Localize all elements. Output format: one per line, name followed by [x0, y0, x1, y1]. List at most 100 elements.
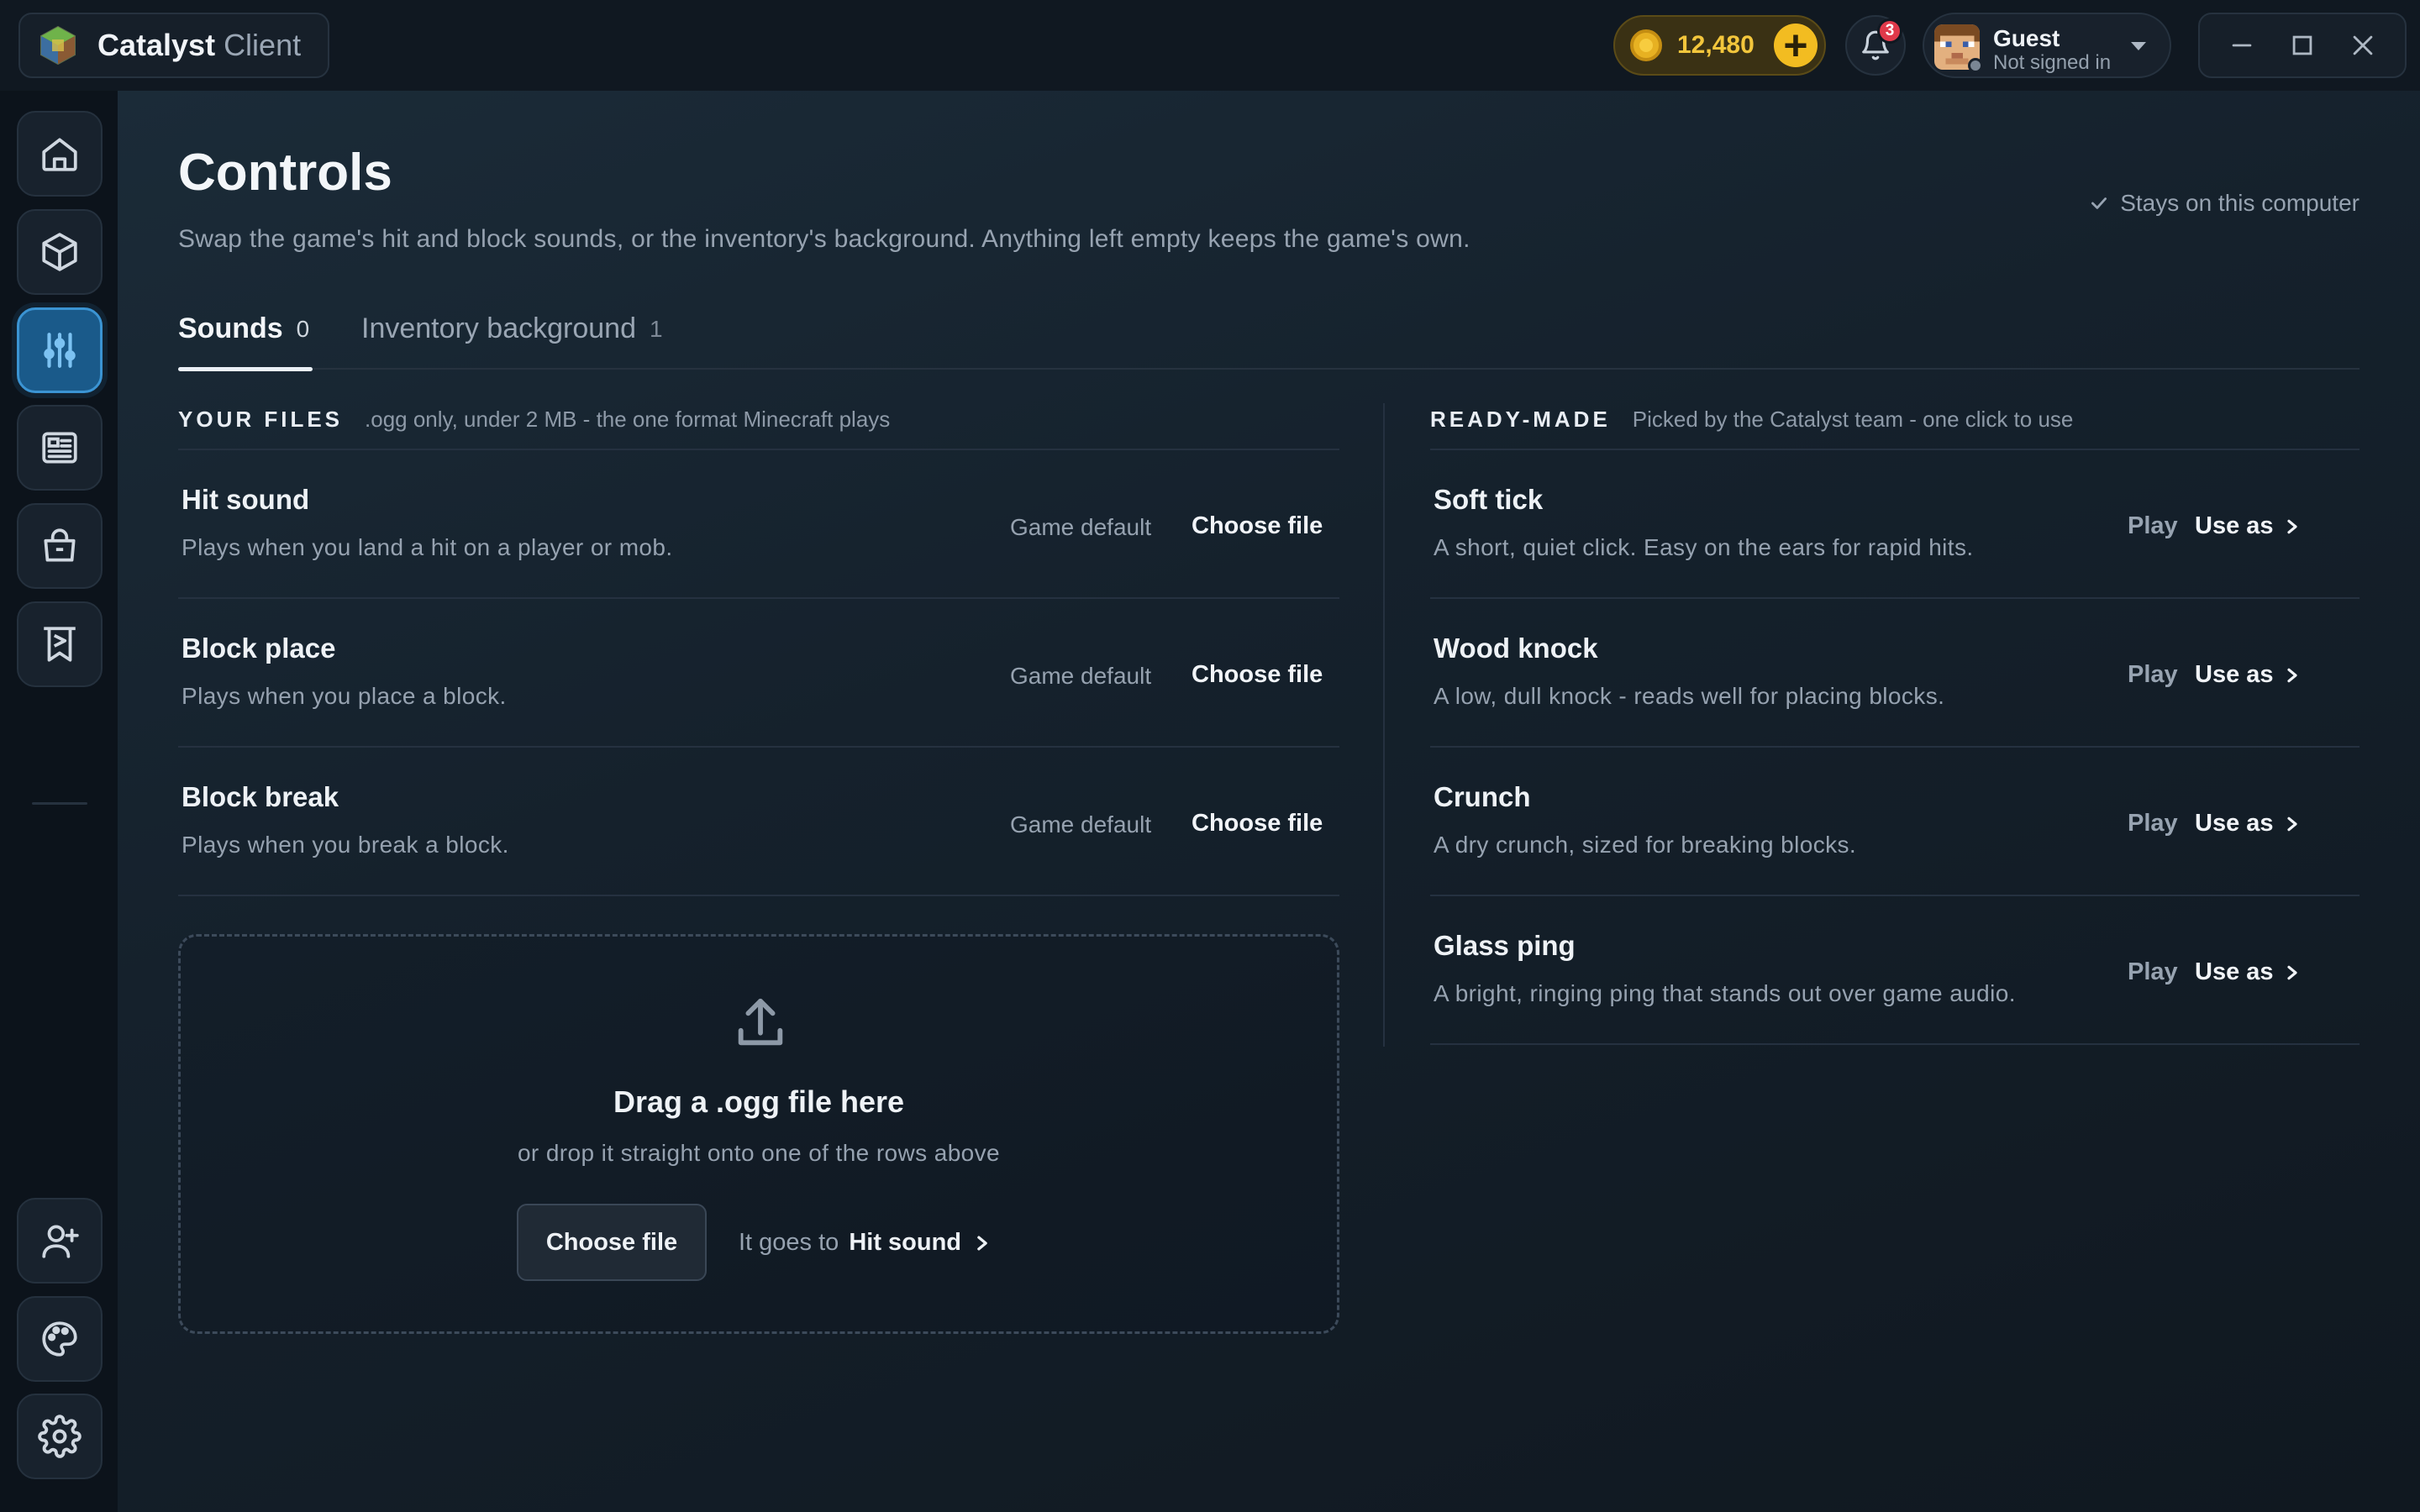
- dropzone-title: Drag a .ogg file here: [613, 1084, 905, 1119]
- window-controls: [2198, 13, 2407, 78]
- app-name-suffix: Client: [224, 28, 302, 62]
- coin-icon: [1630, 29, 1662, 61]
- page-title: Controls: [178, 144, 392, 202]
- add-friend-icon: [42, 1225, 79, 1258]
- row-description: A bright, ringing ping that stands out o…: [1434, 980, 2016, 1006]
- choose-file-button[interactable]: Choose file: [517, 1204, 707, 1281]
- coin-amount: 12,480: [1677, 31, 1754, 59]
- row-title: Crunch: [1434, 781, 1531, 812]
- row-description: A dry crunch, sized for breaking blocks.: [1434, 832, 1857, 858]
- list-divider: [1430, 1043, 2360, 1045]
- row-description: A low, dull knock - reads well for placi…: [1434, 683, 1945, 709]
- dropzone-target[interactable]: It goes to Hit sound: [739, 1229, 990, 1257]
- list-item: Block break Plays when you break a block…: [178, 746, 1339, 895]
- use-as-label: Use as: [2195, 958, 2274, 985]
- row-title: Glass ping: [1434, 930, 1576, 961]
- list-divider: [178, 895, 1339, 896]
- row-title: Soft tick: [1434, 484, 1544, 515]
- sidebar-item-store[interactable]: [17, 503, 103, 589]
- tab-inventory-background[interactable]: Inventory background 1: [361, 312, 663, 370]
- cube-icon: [42, 233, 77, 271]
- tab-count: 1: [649, 316, 663, 342]
- news-icon: [42, 432, 77, 464]
- row-description: Plays when you place a block.: [182, 683, 507, 709]
- tab-label: Inventory background: [361, 312, 636, 344]
- tab-bar: Sounds 0 Inventory background 1: [178, 306, 2360, 371]
- sidebar-item-friends[interactable]: [17, 1198, 103, 1284]
- list-item: Soft tick A short, quiet click. Easy on …: [1430, 449, 2360, 597]
- sidebar-item-banners[interactable]: [17, 601, 103, 687]
- row-title: Block break: [182, 781, 339, 812]
- presence-dot: [1968, 58, 1983, 73]
- use-as-button[interactable]: Use as: [2195, 512, 2299, 540]
- shopping-bag-icon: [44, 528, 76, 562]
- play-button[interactable]: Play: [2128, 512, 2178, 540]
- home-icon: [42, 138, 77, 171]
- active-tab-indicator: [178, 367, 313, 371]
- sidebar-divider: [32, 802, 87, 805]
- row-status: Game default: [1010, 663, 1152, 689]
- add-coins-button[interactable]: +: [1774, 24, 1818, 67]
- use-as-label: Use as: [2195, 512, 2274, 539]
- choose-file-button[interactable]: Choose file: [1192, 810, 1323, 837]
- list-item: Block place Plays when you place a block…: [178, 597, 1339, 746]
- row-title: Hit sound: [182, 484, 310, 515]
- play-button[interactable]: Play: [2128, 810, 2178, 837]
- row-title: Block place: [182, 633, 336, 664]
- target-prefix: It goes to: [739, 1229, 839, 1256]
- chevron-down-icon: [2131, 42, 2146, 50]
- banner-icon: [44, 627, 76, 662]
- section-note: Picked by the Catalyst team - one click …: [1632, 407, 2074, 432]
- account-status: Not signed in: [1993, 51, 2112, 74]
- minimize-icon[interactable]: [2228, 31, 2256, 60]
- list-item: Wood knock A low, dull knock - reads wel…: [1430, 597, 2360, 746]
- title-bar: Catalyst Client 12,480 + 3 Guest Not sig…: [0, 0, 2420, 91]
- account-menu[interactable]: Guest Not signed in: [1923, 13, 2171, 78]
- file-dropzone[interactable]: Drag a .ogg file here or drop it straigh…: [178, 934, 1339, 1334]
- column-divider: [1383, 403, 1385, 1047]
- section-title: READY-MADE: [1430, 407, 1611, 432]
- sidebar-item-settings[interactable]: [17, 1394, 103, 1479]
- choose-file-button[interactable]: Choose file: [1192, 512, 1323, 540]
- app-brand[interactable]: Catalyst Client: [18, 13, 329, 78]
- choose-file-button[interactable]: Choose file: [1192, 661, 1323, 689]
- sidebar: [0, 91, 118, 1512]
- row-title: Wood knock: [1434, 633, 1598, 664]
- chevron-right-icon: [977, 1235, 987, 1251]
- main-content: Controls Swap the game's hit and block s…: [118, 91, 2420, 1512]
- maximize-icon[interactable]: [2288, 31, 2317, 60]
- section-title: YOUR FILES: [178, 407, 344, 432]
- play-button[interactable]: Play: [2128, 958, 2178, 986]
- target-name: Hit sound: [849, 1229, 962, 1256]
- ready-made-header: READY-MADE Picked by the Catalyst team -…: [1430, 407, 2073, 433]
- use-as-button[interactable]: Use as: [2195, 810, 2299, 837]
- notifications-button[interactable]: 3: [1845, 15, 1906, 76]
- page-description: Swap the game's hit and block sounds, or…: [178, 225, 1470, 253]
- sidebar-item-news[interactable]: [17, 405, 103, 491]
- tab-sounds[interactable]: Sounds 0: [178, 312, 313, 371]
- use-as-button[interactable]: Use as: [2195, 661, 2299, 689]
- section-note: .ogg only, under 2 MB - the one format M…: [365, 407, 891, 432]
- chevron-right-icon: [2286, 816, 2297, 831]
- coin-balance[interactable]: 12,480 +: [1613, 15, 1826, 76]
- sidebar-item-home[interactable]: [17, 111, 103, 197]
- sidebar-item-themes[interactable]: [17, 1296, 103, 1382]
- chevron-right-icon: [2286, 668, 2297, 682]
- account-name: Guest: [1993, 25, 2060, 51]
- row-description: Plays when you land a hit on a player or…: [182, 534, 673, 560]
- row-description: A short, quiet click. Easy on the ears f…: [1434, 534, 1974, 560]
- row-status: Game default: [1010, 514, 1152, 540]
- upload-icon: [738, 998, 783, 1046]
- gear-icon: [38, 1415, 82, 1458]
- palette-icon: [42, 1321, 77, 1357]
- sidebar-item-versions[interactable]: [17, 209, 103, 295]
- use-as-button[interactable]: Use as: [2195, 958, 2299, 986]
- play-button[interactable]: Play: [2128, 661, 2178, 689]
- list-item: Crunch A dry crunch, sized for breaking …: [1430, 746, 2360, 895]
- list-item: Glass ping A bright, ringing ping that s…: [1430, 895, 2360, 1043]
- use-as-label: Use as: [2195, 810, 2274, 837]
- tab-count: 0: [296, 316, 310, 342]
- sidebar-item-controls[interactable]: [17, 307, 103, 393]
- close-icon[interactable]: [2349, 31, 2377, 60]
- storage-note-text: Stays on this computer: [2120, 190, 2360, 216]
